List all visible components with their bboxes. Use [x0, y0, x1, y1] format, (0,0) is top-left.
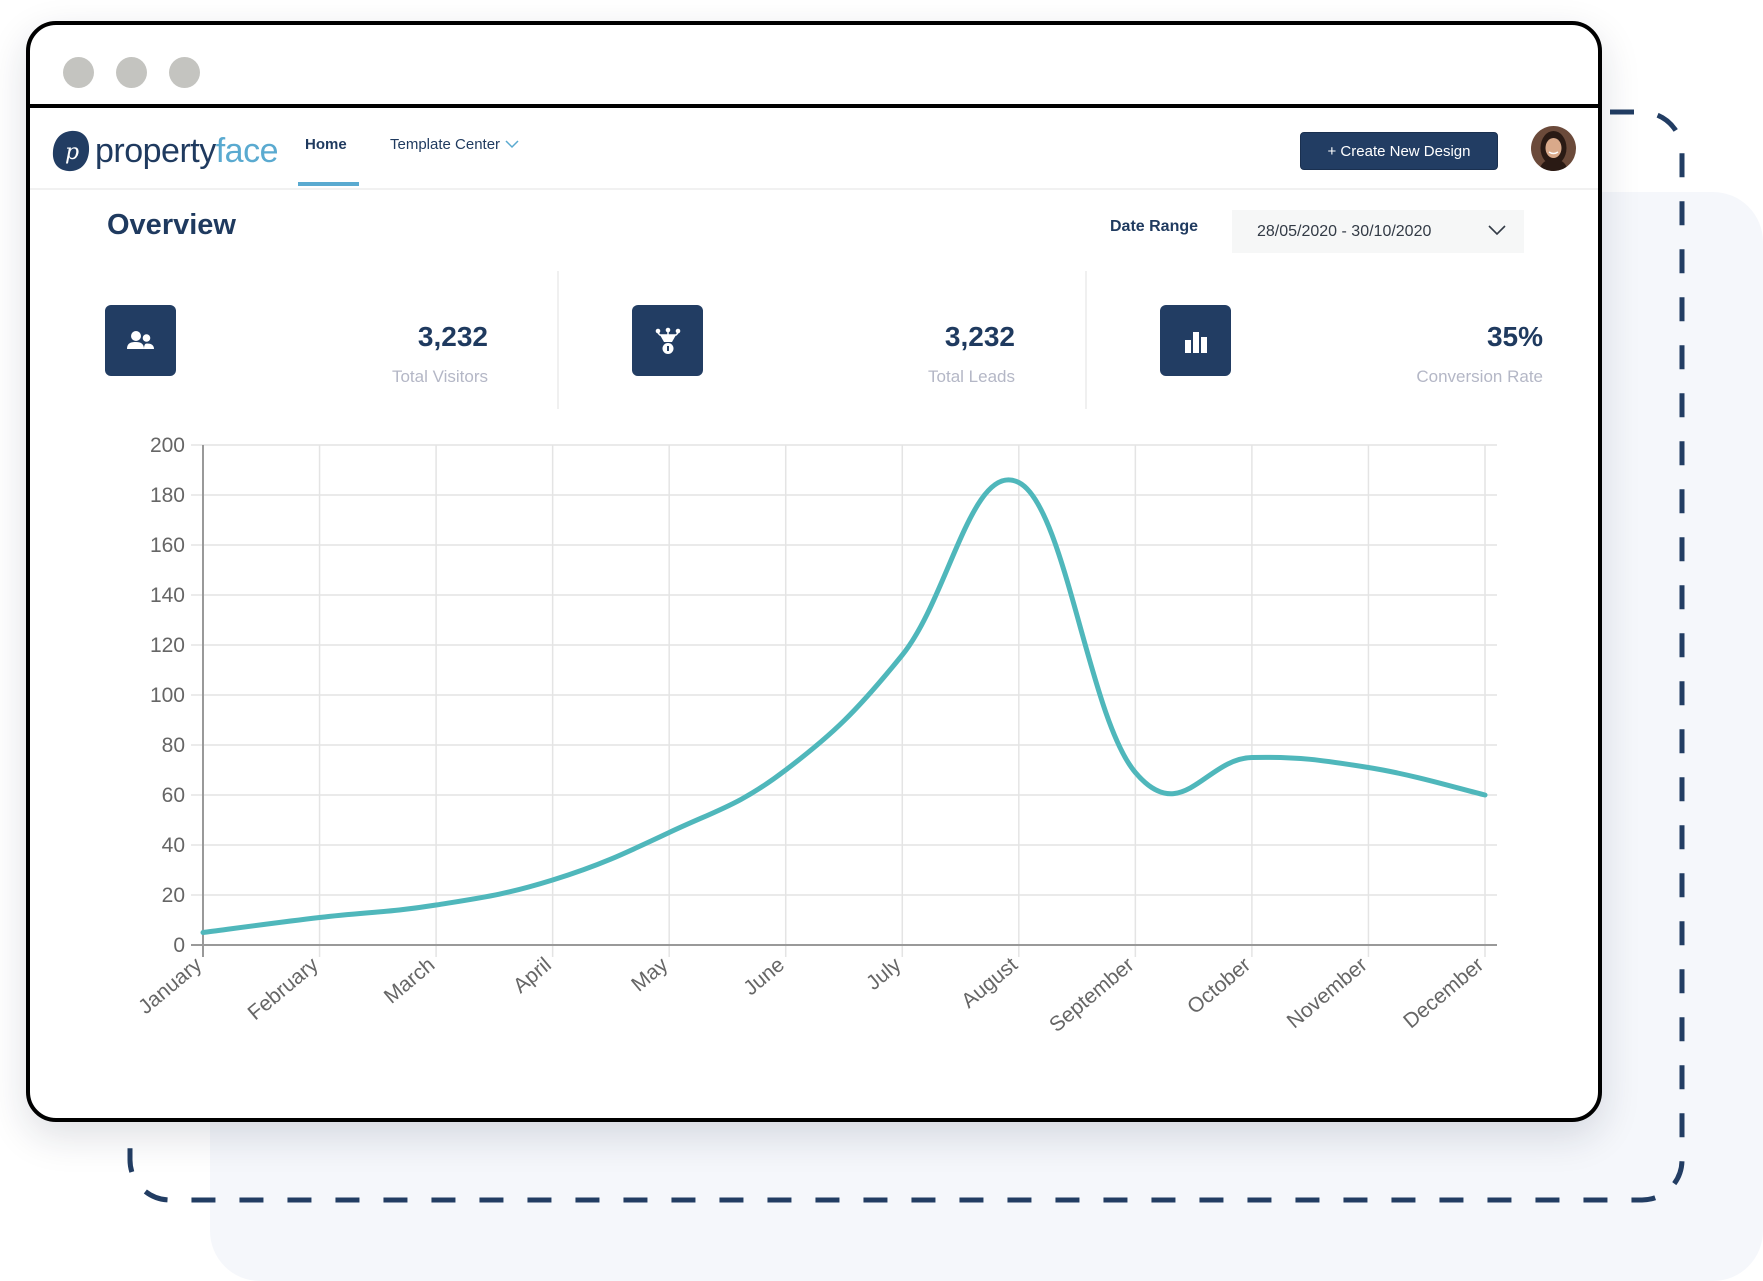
series-line-visitors: [200, 477, 1488, 935]
x-tick-label: March: [380, 953, 439, 1008]
series-points: [201, 481, 1487, 935]
x-tick-label: January: [134, 953, 206, 1019]
x-tick-label: November: [1283, 953, 1372, 1033]
y-tick-label: 180: [150, 484, 185, 507]
x-tick-label: May: [627, 953, 673, 996]
y-tick-label: 120: [150, 634, 185, 657]
x-tick-label: April: [509, 953, 556, 998]
x-tick-label: June: [739, 953, 789, 1000]
browser-window: p propertyface Home Template Center + Cr…: [26, 21, 1602, 1122]
x-tick-label: February: [244, 953, 324, 1025]
y-tick-label: 60: [162, 784, 185, 807]
y-tick-label: 40: [162, 834, 185, 857]
x-tick-label: September: [1045, 953, 1138, 1037]
x-tick-label: August: [957, 953, 1022, 1013]
y-tick-label: 0: [173, 934, 185, 957]
y-tick-label: 200: [150, 434, 185, 457]
y-tick-label: 140: [150, 584, 185, 607]
visitors-line-chart: 0 20 40 60 80 100 120 140 160 180 200 January Febru…: [134, 434, 1497, 1037]
x-tick-label: October: [1183, 953, 1255, 1019]
y-tick-label: 20: [162, 884, 185, 907]
y-tick-label: 160: [150, 534, 185, 557]
x-tick-label: July: [862, 953, 906, 995]
y-tick-label: 80: [162, 734, 185, 757]
x-tick-label: December: [1399, 953, 1488, 1033]
y-tick-label: 100: [150, 684, 185, 707]
